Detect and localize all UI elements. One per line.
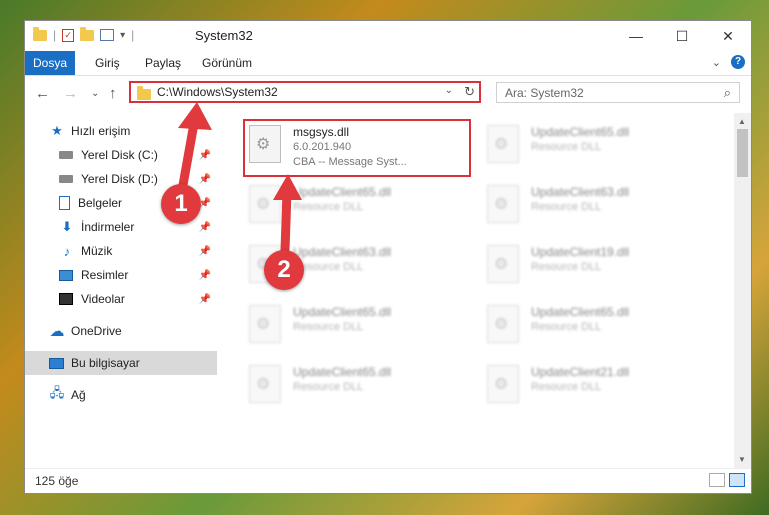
annotation-badge-1: 1 xyxy=(161,184,201,224)
annotation-arrow-2 xyxy=(280,187,292,255)
annotation-arrowhead-1 xyxy=(178,102,212,130)
annotation-arrows xyxy=(178,102,302,255)
annotation-arrowhead-2 xyxy=(273,174,302,200)
annotation-badge-2: 2 xyxy=(264,250,304,290)
